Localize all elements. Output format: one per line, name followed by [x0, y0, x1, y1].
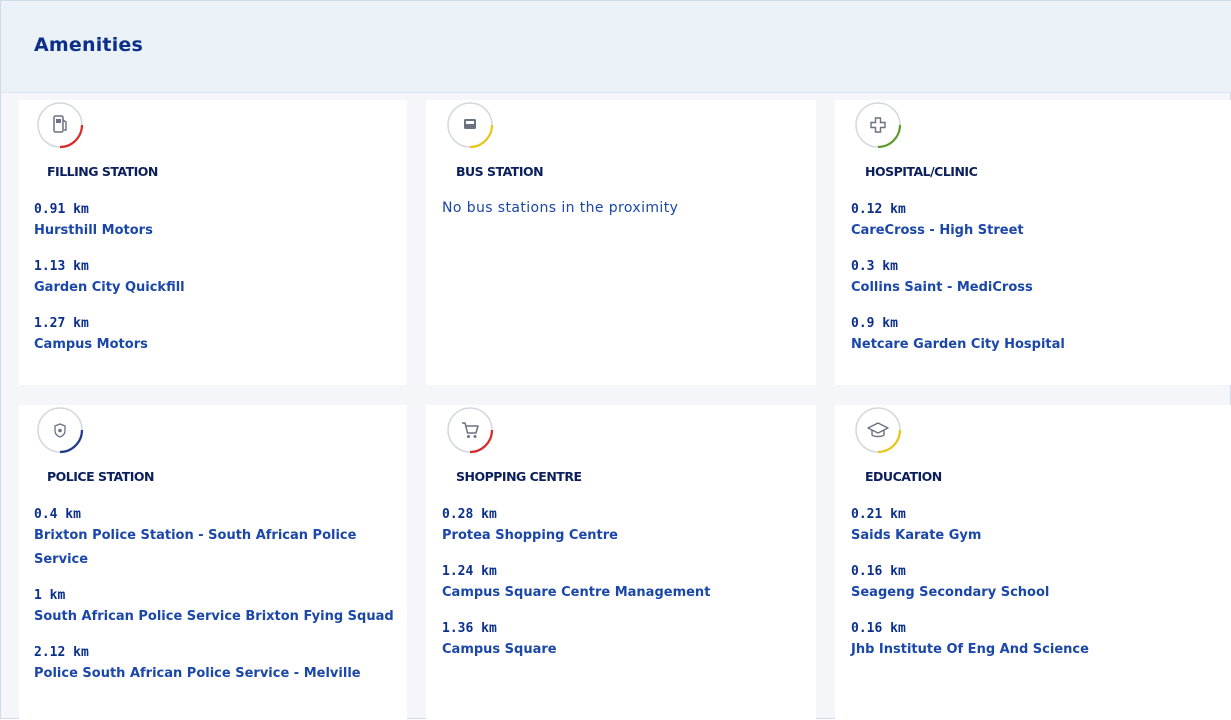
item-distance: 1.36 km — [442, 621, 497, 636]
category-label: HOSPITAL/CLINIC — [865, 164, 978, 179]
amenity-card-police-station: POLICE STATION 0.4 km Brixton Police Sta… — [19, 405, 407, 720]
item-distance: 0.3 km — [851, 259, 898, 274]
police-badge-icon — [35, 405, 85, 455]
amenity-list: 0.4 km Brixton Police Station - South Af… — [34, 505, 414, 700]
list-item: 0.28 km Protea Shopping Centre — [442, 505, 822, 548]
panel-title: Amenities — [34, 34, 144, 56]
item-name[interactable]: Campus Motors — [34, 333, 414, 357]
fuel-pump-icon — [35, 100, 85, 150]
list-item: 0.16 km Seageng Secondary School — [851, 562, 1231, 605]
item-distance: 2.12 km — [34, 645, 89, 660]
amenity-list: 0.91 km Hursthill Motors 1.13 km Garden … — [34, 200, 414, 371]
list-item: 0.4 km Brixton Police Station - South Af… — [34, 505, 414, 572]
item-distance: 0.9 km — [851, 316, 898, 331]
item-name[interactable]: Protea Shopping Centre — [442, 524, 822, 548]
list-item: 1.24 km Campus Square Centre Management — [442, 562, 822, 605]
category-label: EDUCATION — [865, 469, 942, 484]
list-item: 0.12 km CareCross - High Street — [851, 200, 1231, 243]
item-name[interactable]: Garden City Quickfill — [34, 276, 414, 300]
list-item: 0.3 km Collins Saint - MediCross — [851, 257, 1231, 300]
empty-state-text: No bus stations in the proximity — [442, 200, 679, 216]
item-distance: 0.91 km — [34, 202, 89, 217]
amenities-grid: FILLING STATION 0.91 km Hursthill Motors… — [19, 100, 1231, 720]
list-item: 0.16 km Jhb Institute Of Eng And Science — [851, 619, 1231, 662]
amenity-card-education: EDUCATION 0.21 km Saids Karate Gym 0.16 … — [835, 405, 1231, 720]
item-name[interactable]: CareCross - High Street — [851, 219, 1231, 243]
item-distance: 1.27 km — [34, 316, 89, 331]
shopping-cart-icon — [445, 405, 495, 455]
item-name[interactable]: Police South African Police Service - Me… — [34, 662, 414, 686]
amenity-list: 0.21 km Saids Karate Gym 0.16 km Seageng… — [851, 505, 1231, 676]
item-name[interactable]: Campus Square Centre Management — [442, 581, 822, 605]
medical-cross-icon — [853, 100, 903, 150]
list-item: 1.13 km Garden City Quickfill — [34, 257, 414, 300]
item-name[interactable]: Jhb Institute Of Eng And Science — [851, 638, 1231, 662]
item-distance: 1.24 km — [442, 564, 497, 579]
item-distance: 0.16 km — [851, 621, 906, 636]
item-distance: 0.4 km — [34, 507, 81, 522]
item-name[interactable]: Saids Karate Gym — [851, 524, 1231, 548]
item-name[interactable]: Netcare Garden City Hospital — [851, 333, 1231, 357]
item-name[interactable]: Collins Saint - MediCross — [851, 276, 1231, 300]
item-distance: 0.12 km — [851, 202, 906, 217]
item-name[interactable]: Brixton Police Station - South African P… — [34, 524, 414, 572]
item-distance: 1.13 km — [34, 259, 89, 274]
amenity-card-hospital-clinic: HOSPITAL/CLINIC 0.12 km CareCross - High… — [835, 100, 1231, 385]
amenity-list: 0.12 km CareCross - High Street 0.3 km C… — [851, 200, 1231, 371]
list-item: 0.9 km Netcare Garden City Hospital — [851, 314, 1231, 357]
panel-header: Amenities — [1, 1, 1231, 93]
list-item: 0.21 km Saids Karate Gym — [851, 505, 1231, 548]
list-item: 1.36 km Campus Square — [442, 619, 822, 662]
amenity-card-bus-station: BUS STATION No bus stations in the proxi… — [426, 100, 816, 385]
list-item: 0.91 km Hursthill Motors — [34, 200, 414, 243]
graduation-cap-icon — [853, 405, 903, 455]
item-distance: 0.21 km — [851, 507, 906, 522]
item-distance: 0.28 km — [442, 507, 497, 522]
item-name[interactable]: South African Police Service Brixton Fyi… — [34, 605, 414, 629]
list-item: 2.12 km Police South African Police Serv… — [34, 643, 414, 686]
amenity-card-filling-station: FILLING STATION 0.91 km Hursthill Motors… — [19, 100, 407, 385]
amenities-panel: Amenities FILLING STATION 0.91 km Hursth… — [0, 0, 1231, 720]
category-label: POLICE STATION — [47, 469, 155, 484]
item-name[interactable]: Campus Square — [442, 638, 822, 662]
bus-icon — [445, 100, 495, 150]
item-name[interactable]: Hursthill Motors — [34, 219, 414, 243]
item-distance: 1 km — [34, 588, 66, 603]
amenity-card-shopping-centre: SHOPPING CENTRE 0.28 km Protea Shopping … — [426, 405, 816, 720]
item-name[interactable]: Seageng Secondary School — [851, 581, 1231, 605]
list-item: 1 km South African Police Service Brixto… — [34, 586, 414, 629]
category-label: SHOPPING CENTRE — [456, 469, 582, 484]
item-distance: 0.16 km — [851, 564, 906, 579]
amenity-list: 0.28 km Protea Shopping Centre 1.24 km C… — [442, 505, 822, 676]
category-label: BUS STATION — [456, 164, 544, 179]
category-label: FILLING STATION — [47, 164, 158, 179]
list-item: 1.27 km Campus Motors — [34, 314, 414, 357]
